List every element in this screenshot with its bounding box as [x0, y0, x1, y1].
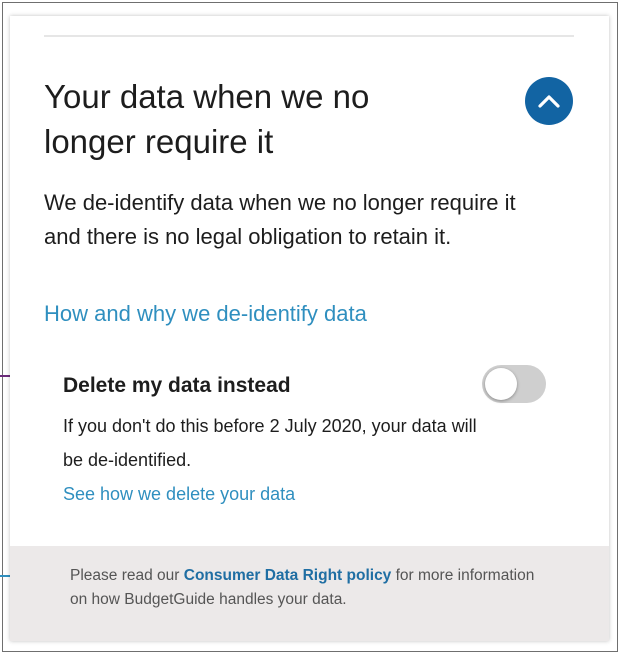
- policy-footer: Please read our Consumer Data Right poli…: [10, 546, 609, 641]
- section-title: Your data when we no longer require it: [44, 78, 370, 160]
- collapse-section-button[interactable]: [525, 77, 573, 125]
- footer-text: Please read our Consumer Data Right poli…: [70, 564, 550, 612]
- see-how-delete-link[interactable]: See how we delete your data: [63, 481, 295, 507]
- delete-option-label: Delete my data instead: [63, 374, 291, 397]
- section-description: We de-identify data when we no longer re…: [44, 190, 516, 249]
- data-retention-card: Your data when we no longer require it W…: [10, 16, 609, 641]
- chevron-up-icon: [538, 95, 560, 108]
- toggle-knob: [485, 368, 517, 400]
- delete-option-description: If you don't do this before 2 July 2020,…: [63, 416, 477, 470]
- footer-text-before: Please read our: [70, 567, 184, 584]
- delete-data-toggle[interactable]: [482, 365, 546, 403]
- divider: [44, 35, 574, 37]
- how-why-deidentify-link[interactable]: How and why we de-identify data: [44, 299, 367, 329]
- consumer-data-right-policy-link[interactable]: Consumer Data Right policy: [184, 567, 392, 584]
